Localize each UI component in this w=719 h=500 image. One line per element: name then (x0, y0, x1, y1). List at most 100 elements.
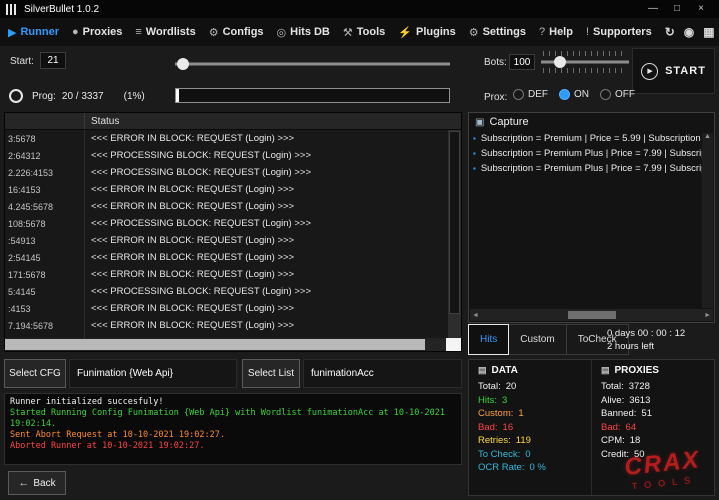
proxies-panel-header: ▤ PROXIES (601, 365, 705, 376)
scroll-left-icon[interactable]: ◄ (472, 312, 479, 319)
capture-bullet-icon: ▪ (473, 164, 476, 173)
status-vscroll-thumb[interactable] (449, 131, 460, 315)
close-button[interactable]: × (689, 0, 713, 18)
tab-custom[interactable]: Custom (509, 324, 567, 355)
status-row-id: 2:64312 (5, 147, 85, 164)
prog-label: Prog: (32, 91, 56, 102)
status-row-message: <<< ERROR IN BLOCK: REQUEST (Login) >>> (91, 184, 295, 195)
camera-icon[interactable]: ◉ (684, 25, 694, 39)
status-row[interactable]: 2:64312 <<< PROCESSING BLOCK: REQUEST (Lo… (5, 147, 448, 164)
bots-input[interactable]: 100 (509, 54, 535, 70)
status-row[interactable]: 5:4145 <<< PROCESSING BLOCK: REQUEST (Log… (5, 283, 448, 300)
stat-label: Alive: (601, 394, 625, 406)
capture-header: ▣ Capture (469, 113, 714, 130)
gamepad-icon[interactable]: ▦ (703, 25, 714, 39)
nav-item-configs[interactable]: ⚙ Configs (209, 26, 264, 39)
status-row-id: :4153 (5, 300, 85, 317)
status-column-header[interactable]: Status (85, 116, 119, 127)
status-row-message: <<< ERROR IN BLOCK: REQUEST (Login) >>> (91, 133, 295, 144)
start-button[interactable]: ▶ START (632, 48, 715, 94)
log-line: Started Running Config Funimation {Web A… (10, 408, 445, 429)
stat-value: 119 (515, 435, 531, 446)
status-row[interactable]: :54913 <<< ERROR IN BLOCK: REQUEST (Login… (5, 232, 448, 249)
nav-items: ▶ Runner ● Proxies ≡ Wordlists ⚙ Configs ◎ Hits D… (8, 26, 652, 39)
data-panel: ▤ DATA Total: 20 Hits: 3 Custom: 1 Bad: 16 Retri… (469, 360, 591, 495)
id-column-header[interactable] (5, 113, 85, 129)
prox-radio-on[interactable]: ON (559, 89, 589, 100)
proxies-icon: ● (71, 26, 79, 38)
data-icon: ▤ (478, 365, 487, 375)
nav-item-plugins[interactable]: ⚡ Plugins (398, 26, 455, 39)
start-slider-handle[interactable] (177, 58, 190, 70)
data-panel-header: ▤ DATA (478, 365, 582, 376)
scroll-up-icon[interactable]: ▲ (702, 133, 713, 140)
prox-radio-def[interactable]: DEF (513, 89, 548, 100)
stat-value: 18 (629, 435, 641, 446)
stat-label: Retries: (478, 435, 511, 446)
capture-bullet-icon: ▪ (473, 134, 476, 143)
back-button[interactable]: ← Back (8, 471, 66, 495)
progress-indicator[interactable] (9, 89, 23, 103)
nav-item-wordlists[interactable]: ≡ Wordlists (135, 26, 195, 38)
stat-row: Credit: 50 (601, 448, 705, 462)
status-row[interactable]: 3:5678 <<< ERROR IN BLOCK: REQUEST (Login… (5, 130, 448, 147)
nav-item-settings[interactable]: ⚙ Settings (469, 26, 526, 39)
status-rows: 3:5678 <<< ERROR IN BLOCK: REQUEST (Login… (5, 130, 448, 338)
status-row[interactable]: 2:54145 <<< ERROR IN BLOCK: REQUEST (Logi… (5, 249, 448, 266)
bots-label: Bots: (484, 57, 507, 68)
minimize-button[interactable]: — (641, 0, 665, 18)
capture-row[interactable]: ▪ Subscription = Premium | Price = 5.99 |… (473, 131, 710, 146)
status-horizontal-scrollbar[interactable] (5, 338, 461, 351)
config-name-field[interactable]: Funimation {Web Api} (69, 359, 237, 388)
start-slider[interactable] (175, 57, 450, 71)
status-row-message: <<< PROCESSING BLOCK: REQUEST (Login) >>… (91, 167, 311, 178)
capture-vertical-scrollbar[interactable]: ▲ (702, 133, 713, 308)
status-row[interactable]: 171:5678 <<< ERROR IN BLOCK: REQUEST (Log… (5, 266, 448, 283)
bots-slider-handle[interactable] (554, 56, 567, 68)
nav-item-help[interactable]: ? Help (539, 26, 573, 38)
nav-item-tools[interactable]: ⚒ Tools (343, 26, 385, 39)
nav-item-label: Proxies (82, 26, 123, 38)
prox-radio-off[interactable]: OFF (600, 89, 635, 100)
status-row[interactable]: 108:5678 <<< PROCESSING BLOCK: REQUEST (L… (5, 215, 448, 232)
stat-row: Total: 3728 (601, 380, 705, 394)
wordlist-name-field[interactable]: funimationAcc (303, 359, 462, 388)
stat-value: 1 (518, 408, 524, 419)
log-line: Sent Abort Request at 10-10-2021 19:02:2… (10, 430, 225, 440)
stat-label: Hits: (478, 394, 497, 406)
select-cfg-button[interactable]: Select CFG (4, 359, 66, 388)
wordlists-icon: ≡ (135, 26, 142, 38)
capture-hscroll-thumb[interactable] (567, 311, 616, 319)
nav-item-hits-db[interactable]: ◎ Hits DB (277, 26, 330, 39)
status-row[interactable]: 16:4153 <<< ERROR IN BLOCK: REQUEST (Logi… (5, 181, 448, 198)
status-row-id: 4.245:5678 (5, 198, 85, 215)
select-list-button[interactable]: Select List (242, 359, 300, 388)
status-row-message: <<< ERROR IN BLOCK: REQUEST (Login) >>> (91, 269, 295, 280)
nav-item-supporters[interactable]: ! Supporters (586, 26, 652, 38)
status-vertical-scrollbar[interactable] (448, 130, 461, 338)
status-row[interactable]: 2.226:4153 <<< PROCESSING BLOCK: REQUEST … (5, 164, 448, 181)
stat-row: To Check: 0 (478, 448, 582, 462)
scroll-right-icon[interactable]: ► (704, 312, 711, 319)
tab-hits[interactable]: Hits (468, 324, 510, 355)
start-input[interactable]: 21 (40, 52, 66, 69)
start-button-label: START (665, 65, 706, 77)
capture-row[interactable]: ▪ Subscription = Premium Plus | Price = 7… (473, 161, 710, 176)
help-icon: ? (539, 26, 546, 38)
capture-horizontal-scrollbar[interactable]: ◄ ► (470, 309, 713, 321)
result-tabs: Hits Custom ToCheck (468, 324, 629, 355)
stats-panels: ▤ DATA Total: 20 Hits: 3 Custom: 1 Bad: 16 Retri… (468, 359, 715, 496)
capture-row[interactable]: ▪ Subscription = Premium Plus | Price = 7… (473, 146, 710, 161)
maximize-button[interactable]: □ (665, 0, 689, 18)
status-row[interactable]: :4153 <<< ERROR IN BLOCK: REQUEST (Login)… (5, 300, 448, 317)
stat-row: Hits: 3 (478, 394, 582, 408)
status-row[interactable]: 7.194:5678 <<< ERROR IN BLOCK: REQUEST (L… (5, 317, 448, 334)
nav-item-runner[interactable]: ▶ Runner (8, 26, 59, 39)
bots-slider[interactable] (541, 51, 629, 73)
history-icon[interactable]: ↻ (665, 25, 675, 39)
status-hscroll-thumb[interactable] (5, 339, 425, 350)
play-icon: ▶ (641, 62, 659, 80)
nav-item-proxies[interactable]: ● Proxies (72, 26, 122, 38)
prog-percent: (1%) (123, 91, 145, 102)
status-row[interactable]: 4.245:5678 <<< ERROR IN BLOCK: REQUEST (L… (5, 198, 448, 215)
